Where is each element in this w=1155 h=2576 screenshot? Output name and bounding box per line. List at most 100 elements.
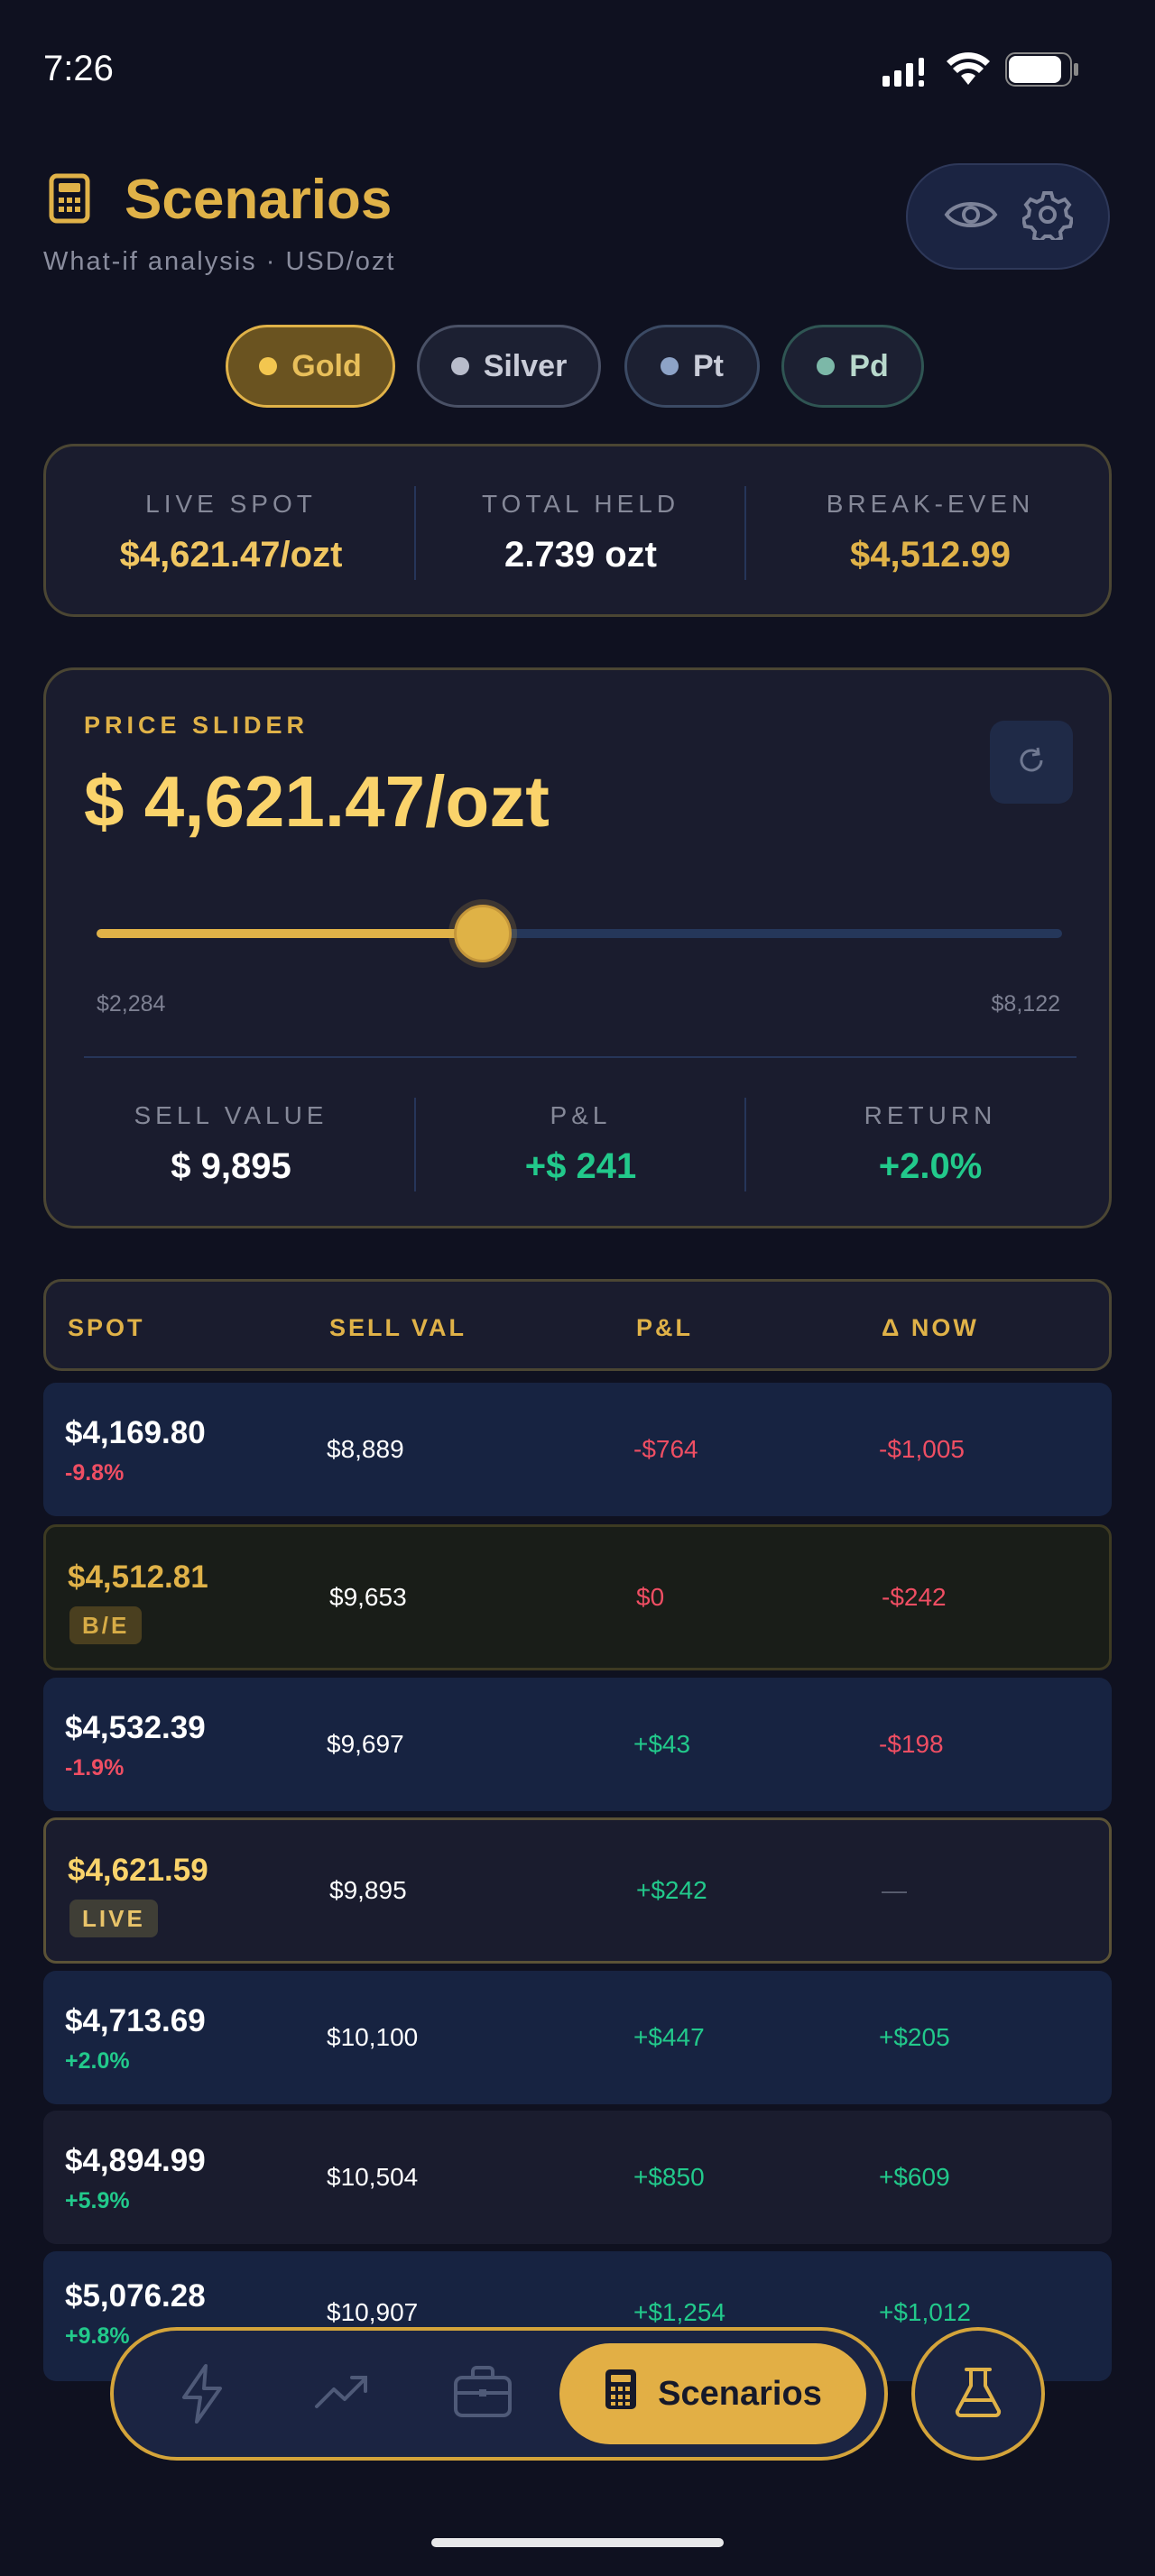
col-header-spot: SPOT <box>68 1314 145 1341</box>
pill-gold[interactable]: Gold <box>226 325 395 408</box>
stat-value: $4,512.99 <box>850 535 1011 575</box>
signal-icon <box>882 54 935 91</box>
row-delta: — <box>882 1876 907 1904</box>
slider-fill <box>97 929 483 938</box>
table-row[interactable]: $4,713.69 +2.0% $10,100 +$447 +$205 <box>43 1971 1112 2104</box>
stat-label: BREAK-EVEN <box>826 490 1035 518</box>
silver-dot-icon <box>450 357 469 375</box>
calculator-icon <box>604 2368 638 2420</box>
summary-card: LIVE SPOT $4,621.47/ozt TOTAL HELD 2.739… <box>43 444 1112 617</box>
live-spot-stat: LIVE SPOT $4,621.47/ozt <box>46 490 416 575</box>
col-header-pl: P&L <box>636 1314 693 1341</box>
trending-icon[interactable] <box>314 2372 370 2416</box>
stat-value: $ 9,895 <box>171 1146 291 1186</box>
row-spot: $4,621.59 <box>68 1853 208 1888</box>
row-change: -1.9% <box>65 1755 125 1780</box>
break-even-stat: BREAK-EVEN $4,512.99 <box>745 490 1115 575</box>
pill-label: Gold <box>291 348 362 383</box>
bolt-icon[interactable] <box>179 2363 226 2429</box>
row-change: +2.0% <box>65 2048 130 2074</box>
row-spot: $4,894.99 <box>65 2143 206 2178</box>
pill-label: Silver <box>483 348 568 383</box>
nav-scenarios-tab[interactable]: Scenarios <box>559 2343 866 2444</box>
pt-dot-icon <box>661 357 679 375</box>
row-delta: -$1,005 <box>879 1435 965 1463</box>
scenario-table-header: SPOT SELL VAL P&L Δ NOW <box>43 1279 1112 1371</box>
table-row-breakeven[interactable]: $4,512.81 B/E $9,653 $0 -$242 <box>43 1524 1112 1670</box>
row-delta: +$205 <box>879 2023 950 2051</box>
row-delta: -$242 <box>882 1583 947 1611</box>
row-sell: $8,889 <box>327 1435 404 1463</box>
slider-price: $ 4,621.47/ozt <box>84 761 550 842</box>
battery-icon <box>1005 52 1079 91</box>
stat-label: LIVE SPOT <box>145 490 317 518</box>
divider <box>84 1056 1076 1058</box>
pill-pd[interactable]: Pd <box>781 325 924 408</box>
table-row[interactable]: $4,894.99 +5.9% $10,504 +$850 +$609 <box>43 2111 1112 2244</box>
reset-button[interactable] <box>990 721 1073 804</box>
header-actions <box>906 163 1110 270</box>
row-delta: +$609 <box>879 2163 950 2191</box>
bottom-nav: Scenarios <box>110 2327 888 2461</box>
pill-label: Pd <box>849 348 889 383</box>
status-bar: 7:26 <box>0 0 1155 144</box>
stat-value: +2.0% <box>878 1146 983 1186</box>
pl-stat: P&L +$ 241 <box>416 1101 745 1187</box>
wifi-icon <box>946 51 991 91</box>
live-badge: LIVE <box>69 1900 158 1937</box>
row-spot: $4,532.39 <box>65 1710 206 1745</box>
row-change: +9.8% <box>65 2323 130 2349</box>
eye-icon[interactable] <box>944 197 998 237</box>
row-pl: +$242 <box>636 1876 707 1904</box>
pill-silver[interactable]: Silver <box>417 325 601 408</box>
row-change: -9.8% <box>65 1460 125 1486</box>
page-subtitle: What-if analysis · USD/ozt <box>43 247 396 276</box>
row-pl: +$447 <box>633 2023 705 2051</box>
slider-max-label: $8,122 <box>991 991 1060 1017</box>
slider-thumb[interactable] <box>454 905 512 962</box>
row-pl: -$764 <box>633 1435 698 1463</box>
pill-label: Pt <box>693 348 724 383</box>
page-title: Scenarios <box>125 169 393 231</box>
stat-value: +$ 241 <box>524 1146 637 1186</box>
pill-pt[interactable]: Pt <box>624 325 760 408</box>
row-pl: +$43 <box>633 1730 691 1758</box>
row-sell: $10,504 <box>327 2163 419 2191</box>
table-row-live[interactable]: $4,621.59 LIVE $9,895 +$242 — <box>43 1817 1112 1964</box>
stat-label: P&L <box>550 1101 612 1129</box>
col-header-delta: Δ NOW <box>882 1314 979 1341</box>
calculator-icon <box>49 173 90 228</box>
price-slider-card: PRICE SLIDER $ 4,621.47/ozt $2,284 $8,12… <box>43 667 1112 1228</box>
metal-selector: Gold Silver Pt Pd <box>0 325 1155 409</box>
status-time: 7:26 <box>43 49 114 88</box>
row-delta: -$198 <box>879 1730 944 1758</box>
nav-scenarios-label: Scenarios <box>658 2374 822 2413</box>
row-change: +5.9% <box>65 2188 130 2213</box>
stat-label: SELL VALUE <box>134 1101 328 1129</box>
row-sell: $10,907 <box>327 2298 419 2326</box>
pd-dot-icon <box>817 357 836 375</box>
home-indicator[interactable] <box>431 2538 724 2547</box>
row-sell: $9,697 <box>327 1730 404 1758</box>
row-spot: $4,512.81 <box>68 1559 208 1595</box>
row-spot: $4,713.69 <box>65 2003 206 2038</box>
stat-value: $4,621.47/ozt <box>119 535 343 575</box>
slider-min-label: $2,284 <box>97 991 166 1017</box>
sell-value-stat: SELL VALUE $ 9,895 <box>46 1101 416 1187</box>
gear-icon[interactable] <box>1021 189 1074 244</box>
breakeven-badge: B/E <box>69 1606 143 1644</box>
stat-label: RETURN <box>864 1101 997 1129</box>
table-row[interactable]: $4,532.39 -1.9% $9,697 +$43 -$198 <box>43 1678 1112 1811</box>
return-stat: RETURN +2.0% <box>745 1101 1115 1187</box>
table-row[interactable]: $4,169.80 -9.8% $8,889 -$764 -$1,005 <box>43 1383 1112 1516</box>
refresh-icon <box>1016 745 1047 780</box>
stat-label: TOTAL HELD <box>481 490 680 518</box>
gold-dot-icon <box>259 357 278 375</box>
row-delta: +$1,012 <box>879 2298 971 2326</box>
row-pl: +$850 <box>633 2163 705 2191</box>
flask-icon <box>953 2366 1003 2423</box>
row-sell: $10,100 <box>327 2023 419 2051</box>
briefcase-icon[interactable] <box>453 2365 513 2424</box>
lab-button[interactable] <box>911 2327 1045 2461</box>
row-sell: $9,895 <box>329 1876 407 1904</box>
